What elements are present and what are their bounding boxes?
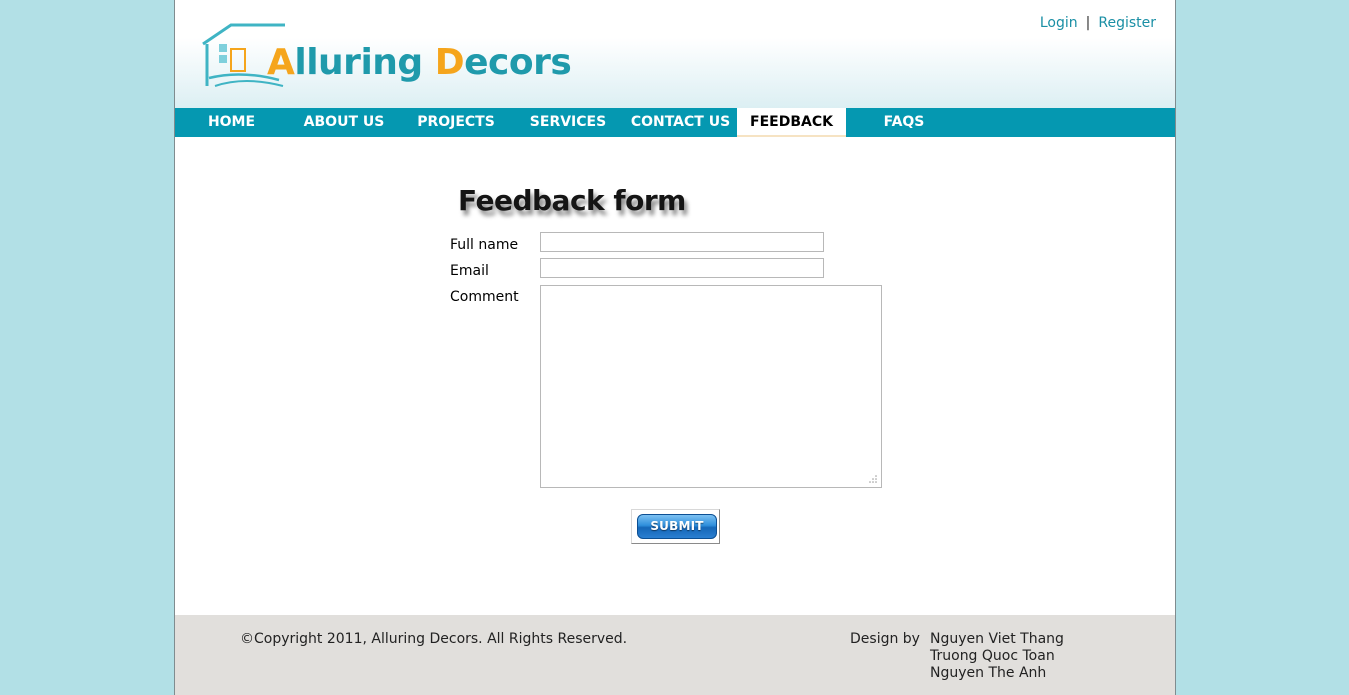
comment-textarea[interactable] [540, 285, 882, 488]
auth-links: Login | Register [1040, 15, 1156, 31]
page-container: Alluring Decors Login | Register HOME ABOU… [174, 0, 1176, 695]
main-nav: HOME ABOUT US PROJECTS SERVICES CONTACT … [175, 108, 1175, 137]
designer-name: Nguyen Viet Thang [930, 631, 1064, 647]
page-title: Feedback form [458, 184, 686, 217]
auth-separator: | [1085, 15, 1091, 31]
designer-name: Nguyen The Anh [930, 665, 1047, 681]
nav-item-feedback[interactable]: FEEDBACK [737, 108, 846, 137]
nav-item-projects[interactable]: PROJECTS [400, 108, 512, 137]
header: Alluring Decors Login | Register [175, 0, 1175, 108]
brand-name: Alluring Decors [267, 42, 572, 83]
footer: ©Copyright 2011, Alluring Decors. All Ri… [175, 615, 1175, 695]
nav-item-services[interactable]: SERVICES [512, 108, 624, 137]
nav-item-contact-us[interactable]: CONTACT US [624, 108, 737, 137]
brand-initial-d: D [434, 42, 465, 83]
brand-initial-a: A [267, 42, 295, 83]
email-label: Email [450, 263, 489, 279]
nav-item-about-us[interactable]: ABOUT US [288, 108, 400, 137]
submit-button[interactable]: SUBMIT [631, 509, 720, 544]
nav-item-faqs[interactable]: FAQS [846, 108, 962, 137]
email-input[interactable] [540, 258, 824, 278]
designer-list: Nguyen Viet Thang Truong Quoc Toan Nguye… [930, 631, 1064, 682]
brand-word-2: ecors [464, 42, 572, 83]
designer-name: Truong Quoc Toan [930, 648, 1055, 664]
logo[interactable]: Alluring Decors [201, 20, 621, 94]
brand-word-1: lluring [294, 42, 435, 83]
submit-button-label: SUBMIT [637, 514, 717, 539]
copyright-text: ©Copyright 2011, Alluring Decors. All Ri… [240, 631, 628, 647]
login-link[interactable]: Login [1040, 15, 1078, 31]
nav-item-home[interactable]: HOME [175, 108, 288, 137]
resize-grip-icon[interactable] [868, 474, 878, 484]
full-name-label: Full name [450, 237, 519, 253]
full-name-input[interactable] [540, 232, 824, 252]
register-link[interactable]: Register [1098, 15, 1156, 31]
comment-label: Comment [450, 289, 519, 305]
design-by-label: Design by [850, 631, 920, 647]
